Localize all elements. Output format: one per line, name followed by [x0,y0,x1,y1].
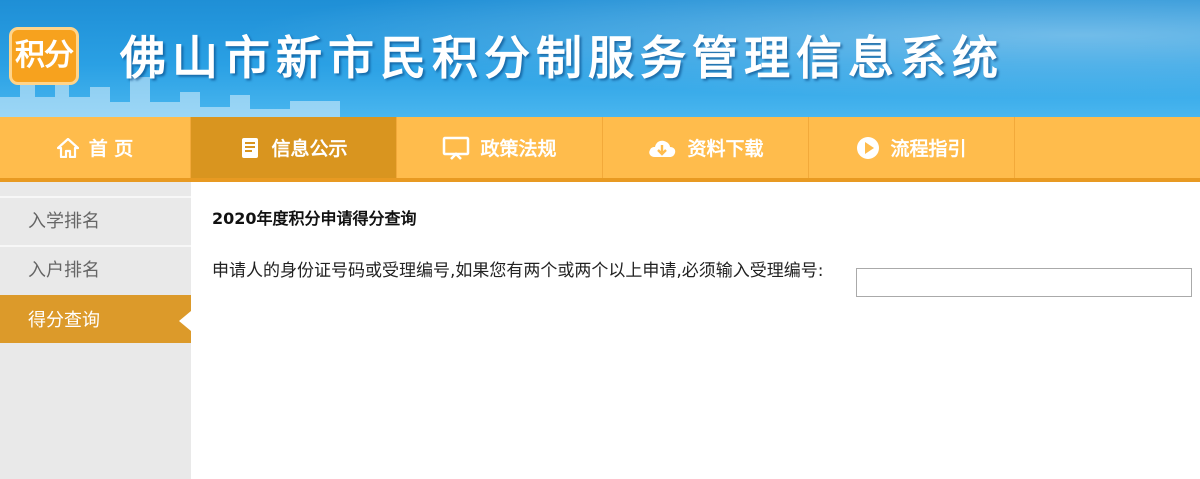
nav-label-guide: 流程指引 [890,138,967,160]
play-circle-icon [857,136,880,159]
home-icon [56,137,79,158]
nav-item-guide[interactable]: 流程指引 [809,117,1015,178]
nav-item-home[interactable]: 首 页 [0,117,191,178]
nav-item-info[interactable]: 信息公示 [191,117,397,178]
sidebar-item-label: 入户排名 [28,260,100,281]
nav-label-policy: 政策法规 [480,138,557,160]
cloud-download-icon [649,140,676,157]
site-title: 佛山市新市民积分制服务管理信息系统 [120,31,1004,85]
query-field-label: 申请人的身份证号码或受理编号,如果您有两个或两个以上申请,必须输入受理编号: [212,261,824,281]
nav-item-download[interactable]: 资料下载 [603,117,809,178]
sidebar-item-score-query[interactable]: 得分查询 [0,295,191,343]
header-banner: 积分 佛山市新市民积分制服务管理信息系统 [0,0,1200,117]
sidebar-item-household-ranking[interactable]: 入户排名 [0,245,191,293]
document-icon [242,137,259,158]
nav-label-download: 资料下载 [687,138,764,160]
main-nav: 首 页 信息公示 政策法规 资料下载 流程指引 [0,117,1200,182]
nav-label-info: 信息公示 [271,138,348,160]
sidebar: 入学排名 入户排名 得分查询 [0,182,191,479]
nav-item-policy[interactable]: 政策法规 [397,117,603,178]
active-indicator-arrow [179,311,191,331]
sidebar-item-school-ranking[interactable]: 入学排名 [0,196,191,244]
app-root: 积分 佛山市新市民积分制服务管理信息系统 首 页 信息公示 政策法规 资料下载 … [0,0,1200,479]
logo-badge: 积分 [9,27,79,85]
sidebar-item-label: 入学排名 [28,211,100,232]
page-title: 2020年度积分申请得分查询 [212,209,417,228]
monitor-icon [443,136,470,160]
sidebar-item-label: 得分查询 [28,310,100,331]
id-or-receipt-input[interactable] [856,268,1192,297]
nav-label-home: 首 页 [88,138,134,160]
